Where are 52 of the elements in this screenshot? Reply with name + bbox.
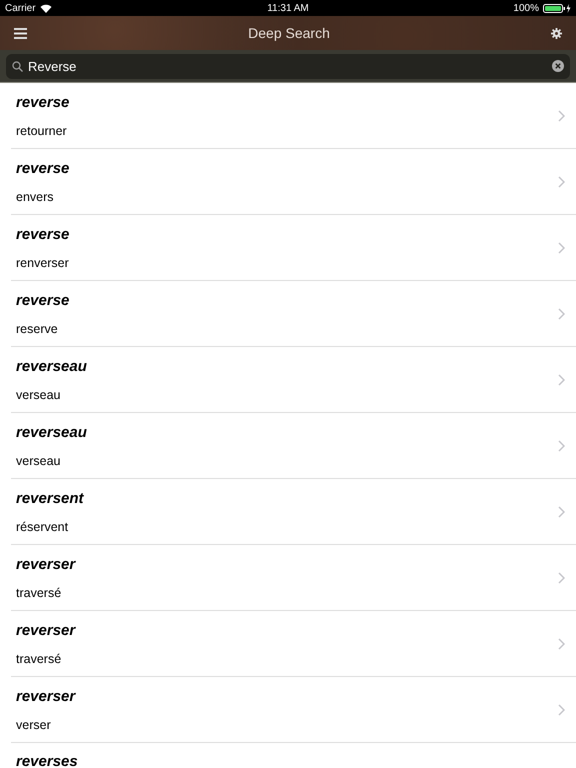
result-term: reverser	[16, 556, 76, 572]
result-term: reverseau	[16, 358, 87, 374]
chevron-icon	[558, 374, 565, 386]
menu-icon[interactable]	[14, 28, 27, 38]
chevron-icon	[558, 638, 565, 650]
carrier-label: Carrier	[5, 2, 36, 14]
result-term: reverse	[16, 94, 70, 110]
battery-percent: 100%	[513, 2, 539, 14]
result-translation: traversé	[16, 586, 62, 600]
search-field[interactable]: Reverse	[6, 54, 570, 78]
result-translation: verser	[16, 718, 52, 732]
result-term: reverse	[16, 160, 70, 176]
result-row[interactable]: reverser traversé	[11, 545, 576, 611]
chevron-icon	[558, 308, 565, 320]
result-translation: retourner	[16, 124, 68, 138]
result-row[interactable]: reverser traversé	[11, 611, 576, 677]
result-term: reverses	[16, 753, 78, 768]
chevron-icon	[558, 506, 565, 518]
chevron-icon	[558, 242, 565, 254]
nav-title: Deep Search	[248, 25, 330, 41]
result-term: reverser	[16, 622, 76, 638]
chevron-icon	[558, 176, 565, 188]
result-translation: renverser	[16, 256, 70, 270]
result-translation: verseau	[16, 388, 62, 402]
chevron-icon	[558, 110, 565, 122]
chevron-icon	[558, 572, 565, 584]
result-row[interactable]: reverseau verseau	[11, 413, 576, 479]
result-term: reverse	[16, 292, 70, 308]
result-translation: reserve	[16, 322, 59, 336]
result-row[interactable]: reverse envers	[11, 149, 576, 215]
chevron-icon	[558, 440, 565, 452]
wifi-icon	[40, 4, 52, 12]
result-translation: verseau	[16, 454, 62, 468]
result-row[interactable]: reversent réservent	[11, 479, 576, 545]
search-icon	[12, 60, 23, 72]
result-translation: réservent	[16, 520, 70, 534]
result-term: reverse	[16, 226, 70, 242]
status-time: 11:31 AM	[267, 2, 309, 14]
battery-charging-icon	[542, 4, 571, 12]
result-row[interactable]: reverse renverser	[11, 215, 576, 281]
clear-icon[interactable]	[552, 60, 564, 72]
result-translation: traversé	[16, 652, 62, 666]
result-row[interactable]: reverse reserve	[11, 281, 576, 347]
result-term: reverser	[16, 688, 76, 704]
chevron-icon	[558, 704, 565, 716]
result-row[interactable]: reverseau verseau	[11, 347, 576, 413]
settings-icon[interactable]	[551, 28, 562, 38]
result-term: reverseau	[16, 424, 87, 440]
result-row[interactable]: reverse retourner	[11, 83, 576, 149]
result-row[interactable]: reverser verser	[11, 677, 576, 743]
result-translation: envers	[16, 190, 55, 204]
result-term: reversent	[16, 490, 84, 506]
